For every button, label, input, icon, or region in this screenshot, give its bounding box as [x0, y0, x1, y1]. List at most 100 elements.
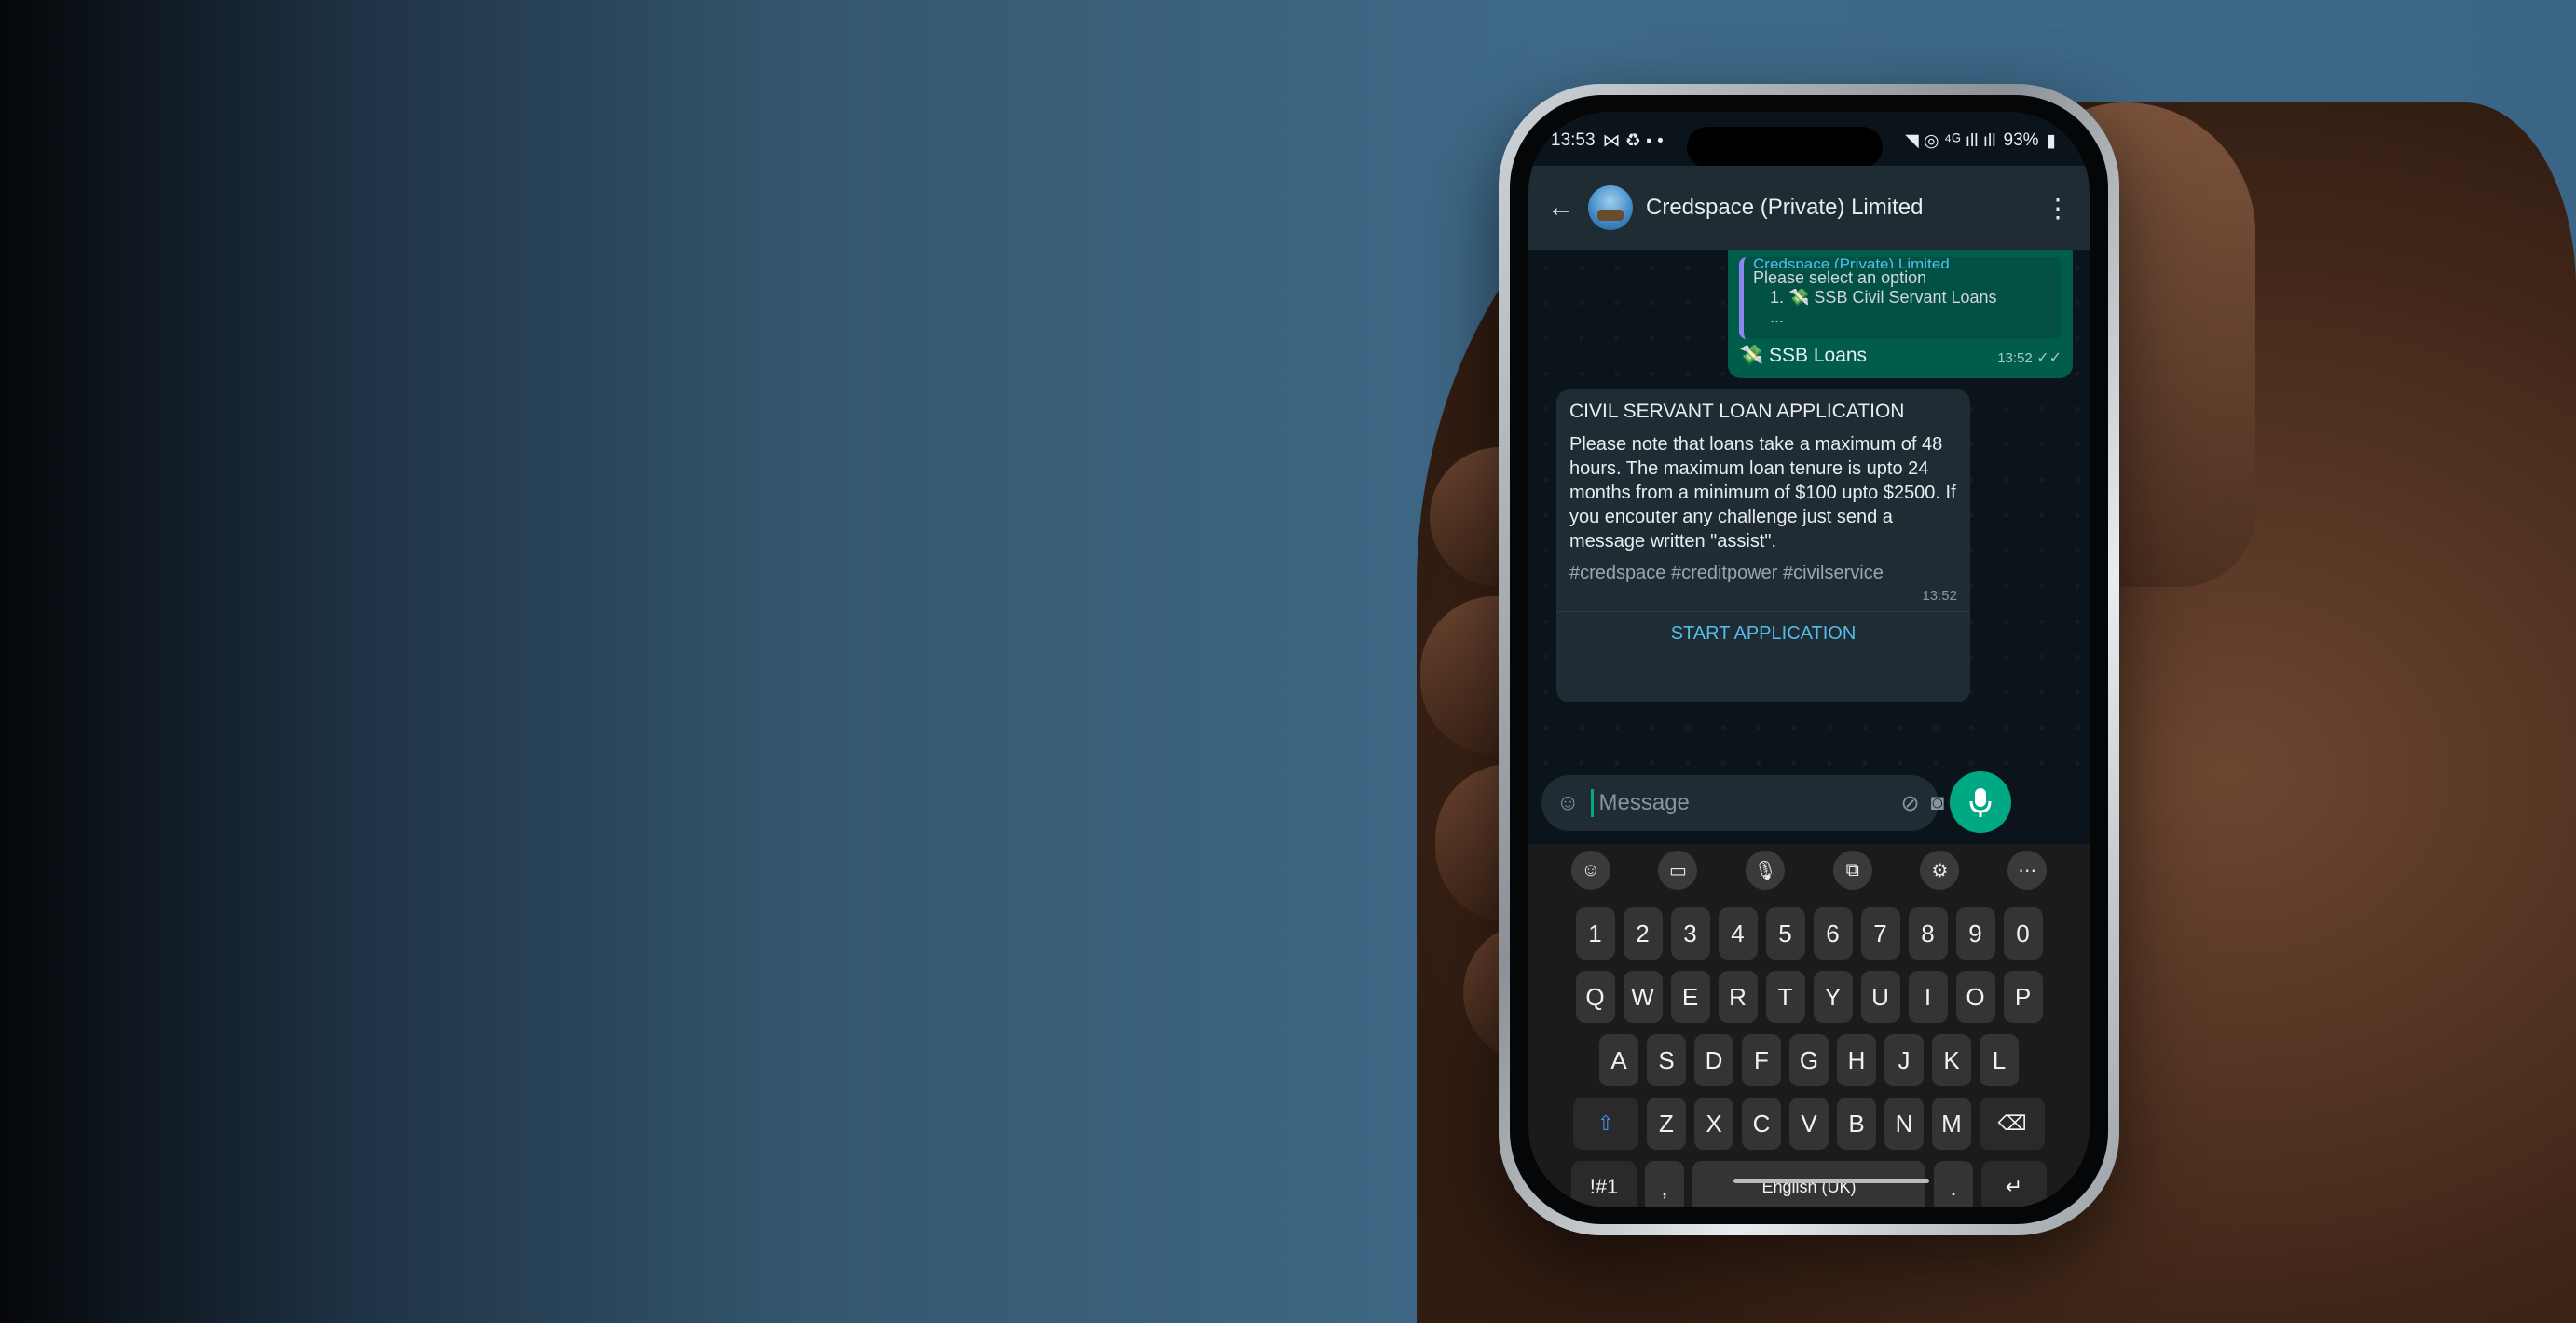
outgoing-body: 💸 SSB Loans 13:52 ✓✓ — [1739, 345, 2062, 367]
key-y[interactable]: Y — [1813, 971, 1853, 1023]
microphone-icon — [1969, 788, 1992, 817]
key-0[interactable]: 0 — [2003, 907, 2043, 960]
key-e[interactable]: E — [1670, 971, 1710, 1023]
quoted-ellipsis: ... — [1770, 307, 1785, 326]
key-f[interactable]: F — [1742, 1034, 1781, 1086]
backspace-icon: ⌫ — [1997, 1112, 2027, 1135]
home-indicator[interactable] — [1733, 1179, 1929, 1183]
key-o[interactable]: O — [1955, 971, 1995, 1023]
notification-icons: ⋈ ♻ ▪ • — [1602, 130, 1664, 151]
incoming-time: 13:52 — [1922, 588, 1957, 604]
key-k[interactable]: K — [1932, 1034, 1971, 1086]
key-t[interactable]: T — [1765, 971, 1805, 1023]
key-c[interactable]: C — [1742, 1098, 1781, 1150]
camera-icon[interactable]: ◙ — [1931, 790, 1945, 816]
incoming-message[interactable]: CIVIL SERVANT LOAN APPLICATION Please no… — [1556, 389, 1970, 702]
more-tools-icon[interactable]: ⋯ — [2007, 851, 2048, 890]
key-7[interactable]: 7 — [1860, 907, 1900, 960]
key-q[interactable]: Q — [1575, 971, 1615, 1023]
quoted-author: Credspace (Private) Limited — [1753, 255, 1950, 268]
signal-icons: ◥ ◎ ⁴ᴳ ıll ıll — [1905, 130, 1996, 151]
key-6[interactable]: 6 — [1813, 907, 1853, 960]
comma-key[interactable]: , — [1645, 1161, 1684, 1207]
message-body: Please note that loans take a maximum of… — [1569, 434, 1956, 552]
key-n[interactable]: N — [1884, 1098, 1924, 1150]
letter-row-1: Q W E R T Y U I O P — [1528, 971, 2090, 1023]
symbols-key[interactable]: !#1 — [1571, 1161, 1637, 1207]
settings-gear-icon[interactable]: ⚙ — [1920, 851, 1960, 890]
start-application-button[interactable]: START APPLICATION — [1569, 612, 1957, 656]
enter-icon: ↵ — [2005, 1175, 2023, 1198]
key-z[interactable]: Z — [1647, 1098, 1686, 1150]
key-g[interactable]: G — [1789, 1034, 1829, 1086]
attach-icon[interactable]: ⊘ — [1901, 790, 1920, 817]
key-x[interactable]: X — [1694, 1098, 1733, 1150]
key-4[interactable]: 4 — [1718, 907, 1758, 960]
key-9[interactable]: 9 — [1955, 907, 1995, 960]
number-row: 1 2 3 4 5 6 7 8 9 0 — [1528, 907, 2090, 960]
key-a[interactable]: A — [1599, 1034, 1638, 1086]
key-5[interactable]: 5 — [1765, 907, 1805, 960]
quoted-message[interactable]: Credspace (Private) Limited Please selec… — [1739, 255, 2062, 339]
phone-device: 13:53 ⋈ ♻ ▪ • ◥ ◎ ⁴ᴳ ıll ıll 93% ▮ ← Cre… — [1499, 84, 2119, 1235]
key-1[interactable]: 1 — [1575, 907, 1615, 960]
key-r[interactable]: R — [1718, 971, 1758, 1023]
shift-arrow-icon: ⇧ — [1596, 1112, 1615, 1135]
quoted-option: 1. 💸 SSB Civil Servant Loans — [1770, 288, 1997, 307]
key-u[interactable]: U — [1860, 971, 1900, 1023]
message-hashtags: #credspace #creditpower #civilservice — [1569, 563, 1884, 583]
space-bar[interactable]: English (UK) — [1692, 1161, 1925, 1207]
emoji-keyboard-icon[interactable]: ☺ — [1570, 851, 1610, 890]
message-composer: ☺ ⊘ ◙ — [1541, 775, 1944, 831]
message-title: CIVIL SERVANT LOAN APPLICATION — [1569, 401, 1905, 422]
chat-title[interactable]: Credspace (Private) Limited — [1646, 195, 2032, 221]
backspace-key[interactable]: ⌫ — [1980, 1098, 2045, 1150]
emoji-icon[interactable]: ☺ — [1556, 790, 1580, 816]
shift-key[interactable]: ⇧ — [1573, 1098, 1638, 1150]
key-h[interactable]: H — [1837, 1034, 1876, 1086]
status-time: 13:53 — [1551, 130, 1596, 150]
double-check-icon: ✓✓ — [2036, 350, 2062, 366]
key-8[interactable]: 8 — [1908, 907, 1948, 960]
letter-row-3: ⇧ Z X C V B N M ⌫ — [1528, 1098, 2090, 1150]
phone-bezel: 13:53 ⋈ ♻ ▪ • ◥ ◎ ⁴ᴳ ıll ıll 93% ▮ ← Cre… — [1510, 95, 2108, 1224]
phone-screen: 13:53 ⋈ ♻ ▪ • ◥ ◎ ⁴ᴳ ıll ıll 93% ▮ ← Cre… — [1528, 112, 2090, 1207]
enter-key[interactable]: ↵ — [1981, 1161, 2047, 1207]
key-d[interactable]: D — [1694, 1034, 1733, 1086]
bottom-row: !#1 , English (UK) . ↵ — [1528, 1161, 2090, 1207]
contact-avatar[interactable] — [1588, 185, 1633, 230]
key-l[interactable]: L — [1980, 1034, 2019, 1086]
key-i[interactable]: I — [1908, 971, 1948, 1023]
keyboard-toolbar: ☺ ▭ 🎙 ⧉ ⚙ ⋯ — [1528, 844, 2090, 896]
status-right: ◥ ◎ ⁴ᴳ ıll ıll 93% ▮ — [1905, 130, 2056, 152]
key-w[interactable]: W — [1623, 971, 1663, 1023]
chat-area[interactable]: Credspace (Private) Limited Please selec… — [1528, 250, 2090, 771]
more-options-icon[interactable]: ⋮ — [2045, 193, 2071, 224]
key-s[interactable]: S — [1647, 1034, 1686, 1086]
key-m[interactable]: M — [1932, 1098, 1971, 1150]
clipboard-icon[interactable]: ▭ — [1658, 851, 1698, 890]
key-j[interactable]: J — [1884, 1034, 1924, 1086]
period-key[interactable]: . — [1934, 1161, 1973, 1207]
status-left: 13:53 ⋈ ♻ ▪ • — [1551, 130, 1664, 152]
keyboard: ☺ ▭ 🎙 ⧉ ⚙ ⋯ 1 2 3 4 5 6 7 8 9 0 Q W E R … — [1528, 844, 2090, 1207]
key-v[interactable]: V — [1789, 1098, 1829, 1150]
chat-header: ← Credspace (Private) Limited ⋮ — [1528, 166, 2090, 250]
key-2[interactable]: 2 — [1623, 907, 1663, 960]
voice-input-icon[interactable]: 🎙 — [1746, 851, 1786, 890]
outgoing-message[interactable]: Credspace (Private) Limited Please selec… — [1728, 250, 2073, 378]
letter-row-2: A S D F G H J K L — [1528, 1034, 2090, 1086]
battery-icon: ▮ — [2046, 130, 2056, 151]
battery-level: 93% — [2003, 130, 2039, 150]
key-p[interactable]: P — [2003, 971, 2043, 1023]
outgoing-time: 13:52 — [1997, 350, 2033, 366]
voice-record-button[interactable] — [1950, 771, 2011, 833]
message-input[interactable] — [1590, 789, 1890, 817]
translate-icon[interactable]: ⧉ — [1832, 851, 1872, 890]
key-3[interactable]: 3 — [1670, 907, 1710, 960]
outgoing-text: 💸 SSB Loans — [1739, 345, 1868, 366]
dynamic-island — [1687, 127, 1883, 168]
key-b[interactable]: B — [1837, 1098, 1876, 1150]
back-arrow-icon[interactable]: ← — [1547, 192, 1575, 224]
quoted-line: Please select an option — [1753, 268, 1927, 287]
